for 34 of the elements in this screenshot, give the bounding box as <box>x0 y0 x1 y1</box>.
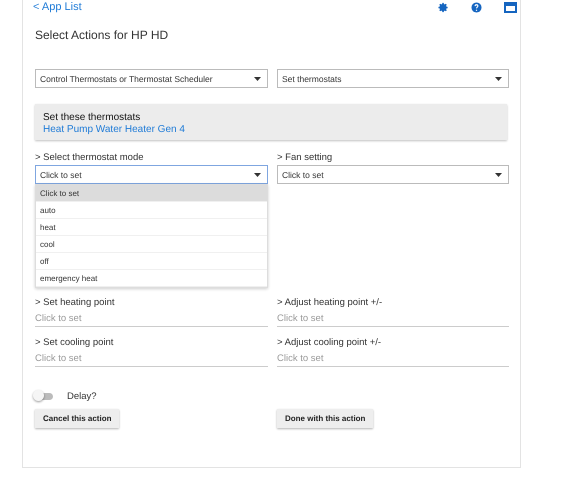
dropdown-option[interactable]: off <box>36 253 267 270</box>
device-link[interactable]: Heat Pump Water Heater Gen 4 <box>43 124 499 135</box>
input-field[interactable]: Click to set <box>35 312 268 324</box>
window-icon[interactable] <box>504 2 517 12</box>
caret-icon <box>495 172 502 176</box>
toggle-label: Delay? <box>67 390 97 402</box>
dropdown-select[interactable]: Click to set <box>277 165 509 184</box>
dropdown-option[interactable]: emergency heat <box>36 270 267 287</box>
dropdown-select[interactable]: Control Thermostats or Thermostat Scheduler <box>35 69 268 88</box>
input-field[interactable]: Click to set <box>277 352 509 364</box>
field-label: > Set heating point <box>35 297 116 309</box>
settings-icon[interactable] <box>438 2 449 12</box>
caret-icon <box>495 76 502 80</box>
back-link[interactable]: < App List <box>33 1 82 13</box>
caret-icon <box>254 76 261 80</box>
page-title: Select Actions for HP HD <box>35 28 170 42</box>
dropdown-option[interactable]: cool <box>36 236 267 253</box>
field-label: > Select thermostat mode <box>35 152 145 164</box>
dropdown-option[interactable]: auto <box>36 202 267 219</box>
dropdown-option[interactable]: Click to set <box>36 185 267 202</box>
input-field[interactable]: Click to set <box>277 312 509 324</box>
help-icon[interactable] <box>471 2 482 12</box>
field-label: > Adjust heating point +/- <box>277 297 384 309</box>
field-label: > Adjust cooling point +/- <box>277 337 382 349</box>
dropdown-option[interactable]: heat <box>36 219 267 236</box>
delay-toggle[interactable] <box>35 392 53 400</box>
action-button[interactable]: Done with this action <box>277 409 374 428</box>
dropdown-select[interactable]: Set thermostats <box>277 69 509 88</box>
action-button[interactable]: Cancel this action <box>35 409 120 428</box>
input-field[interactable]: Click to set <box>35 352 268 364</box>
field-label: > Fan setting <box>277 152 334 164</box>
caret-icon <box>254 172 261 176</box>
panel-heading: Set these thermostats <box>43 112 142 123</box>
field-label: > Set cooling point <box>35 337 114 349</box>
